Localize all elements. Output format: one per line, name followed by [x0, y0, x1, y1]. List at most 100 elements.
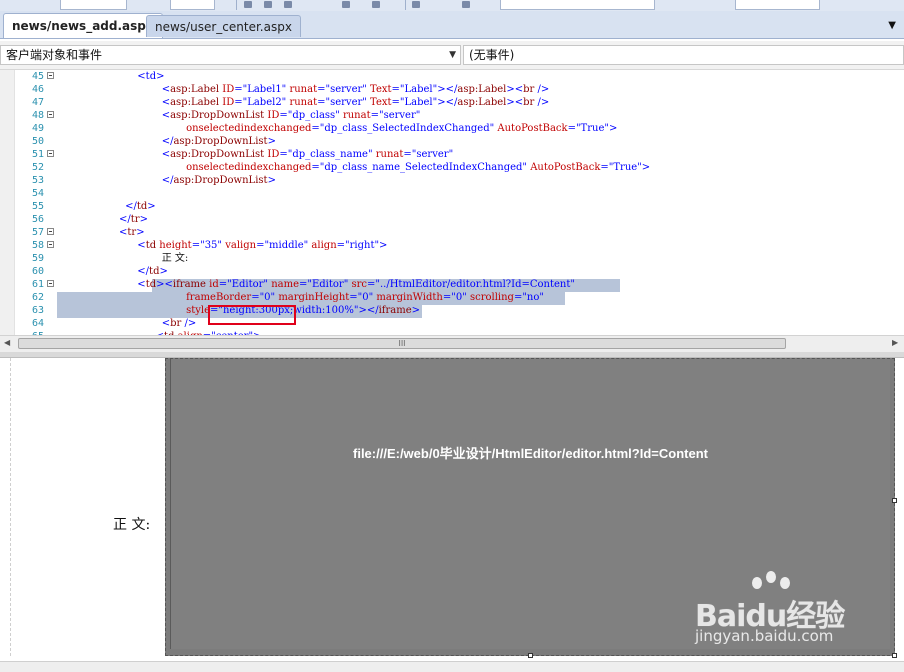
scroll-thumb[interactable]: III — [18, 338, 786, 349]
line-number: 53 — [31, 175, 44, 186]
code-text: onselectedindexchanged="dp_class_Selecte… — [186, 123, 618, 134]
code-line[interactable]: 53 </asp:DropDownList> — [0, 174, 904, 187]
annotation-highlight-box — [208, 305, 296, 325]
toolbar-dropdown-1[interactable] — [60, 0, 127, 10]
code-text: </asp:DropDownList> — [161, 136, 276, 147]
line-number: 63 — [31, 305, 44, 316]
iframe-url-text: file:///E:/web/0毕业设计/HtmlEditor/editor.h… — [353, 446, 708, 461]
tab-news-add[interactable]: news/news_add.aspx — [3, 13, 163, 38]
resize-handle-bottom[interactable] — [528, 653, 533, 658]
horizontal-scrollbar[interactable]: ◀ III ▶ — [0, 335, 904, 353]
line-number: 48 — [31, 110, 44, 121]
watermark-url: jingyan.baidu.com — [695, 627, 834, 645]
code-text: <asp:Label ID="Label2" runat="server" Te… — [161, 97, 550, 108]
code-line[interactable]: 64 <br /> — [0, 317, 904, 330]
code-line[interactable]: 55 </td> — [0, 200, 904, 213]
object-event-bar: 客户端对象和事件 ▼ (无事件) — [0, 41, 904, 70]
toolbar-button-icon[interactable] — [284, 1, 292, 8]
code-line[interactable]: 54 — [0, 187, 904, 200]
code-text: <asp:DropDownList ID="dp_class_name" run… — [161, 149, 454, 160]
toolbar-button-icon[interactable] — [462, 1, 470, 8]
line-number: 49 — [31, 123, 44, 134]
line-number: 54 — [31, 188, 44, 199]
code-text: onselectedindexchanged="dp_class_name_Se… — [186, 162, 651, 173]
line-number: 60 — [31, 266, 44, 277]
toolbar-button-icon[interactable] — [342, 1, 350, 8]
code-text: <td><iframe id="Editor" name="Editor" sr… — [137, 279, 575, 290]
code-text: 正 文: — [161, 253, 189, 264]
body-label: 正 文: — [113, 517, 151, 533]
event-label: (无事件) — [469, 48, 515, 62]
paw-icon — [752, 577, 762, 589]
collapse-icon[interactable] — [47, 150, 54, 157]
code-line[interactable]: 60 </td> — [0, 265, 904, 278]
resize-handle-corner[interactable] — [892, 653, 897, 658]
code-text: <tr> — [119, 227, 145, 238]
line-number: 58 — [31, 240, 44, 251]
code-line[interactable]: 51 <asp:DropDownList ID="dp_class_name" r… — [0, 148, 904, 161]
code-text: <br /> — [161, 318, 197, 329]
collapse-icon[interactable] — [47, 241, 54, 248]
code-line[interactable]: 45 <td> — [0, 70, 904, 83]
line-number: 56 — [31, 214, 44, 225]
collapse-icon[interactable] — [47, 228, 54, 235]
code-text: <td> — [137, 71, 165, 82]
toolbar-button-icon[interactable] — [412, 1, 420, 8]
code-text: </td> — [137, 266, 168, 277]
toolbar-button-icon[interactable] — [264, 1, 272, 8]
scroll-left-icon[interactable]: ◀ — [4, 338, 10, 347]
line-number: 50 — [31, 136, 44, 147]
tab-user-center[interactable]: news/user_center.aspx — [146, 15, 301, 37]
line-number: 51 — [31, 149, 44, 160]
code-line[interactable]: 52 onselectedindexchanged="dp_class_name_… — [0, 161, 904, 174]
code-line[interactable]: 62 frameBorder="0" marginHeight="0" margi… — [0, 291, 904, 304]
line-number: 61 — [31, 279, 44, 290]
line-number: 46 — [31, 84, 44, 95]
code-text: </asp:DropDownList> — [161, 175, 276, 186]
line-number: 47 — [31, 97, 44, 108]
baidu-watermark: Baidu经验 jingyan.baidu.com — [690, 571, 870, 655]
client-objects-combo[interactable]: 客户端对象和事件 ▼ — [0, 45, 461, 65]
code-text: <asp:DropDownList ID="dp_class" runat="s… — [161, 110, 421, 121]
code-editor[interactable]: 45 <td> 46 <asp:Label ID="Label1" runat="se… — [0, 70, 904, 335]
code-line[interactable]: 50 </asp:DropDownList> — [0, 135, 904, 148]
bottom-scrollbar[interactable] — [0, 661, 904, 672]
code-text: </tr> — [119, 214, 148, 225]
scroll-right-icon[interactable]: ▶ — [892, 338, 898, 347]
line-number: 62 — [31, 292, 44, 303]
code-line[interactable]: 61 <td><iframe id="Editor" name="Editor" … — [0, 278, 904, 291]
tab-list-dropdown-icon[interactable]: ▼ — [888, 20, 896, 31]
toolbar-dropdown-2[interactable] — [170, 0, 215, 10]
label-cell — [10, 358, 166, 656]
code-line[interactable]: 49 onselectedindexchanged="dp_class_Selec… — [0, 122, 904, 135]
toolbar-dropdown-4[interactable] — [735, 0, 820, 10]
line-number: 45 — [31, 71, 44, 82]
line-number: 52 — [31, 162, 44, 173]
code-line[interactable]: 47 <asp:Label ID="Label2" runat="server" … — [0, 96, 904, 109]
document-tab-bar: news/news_add.aspx news/user_center.aspx… — [0, 11, 904, 39]
code-line[interactable]: 48 <asp:DropDownList ID="dp_class" runat=… — [0, 109, 904, 122]
line-number: 59 — [31, 253, 44, 264]
resize-handle-right[interactable] — [892, 498, 897, 503]
event-combo[interactable]: (无事件) — [463, 45, 904, 65]
code-text: </td> — [125, 201, 156, 212]
code-line[interactable]: 57 <tr> — [0, 226, 904, 239]
code-line[interactable]: 46 <asp:Label ID="Label1" runat="server" … — [0, 83, 904, 96]
code-text: <td height="35" valign="middle" align="r… — [137, 240, 388, 251]
code-line[interactable]: 63 style="height:300px;width:100%"></ifra… — [0, 304, 904, 317]
code-line[interactable]: 58 <td height="35" valign="middle" align=… — [0, 239, 904, 252]
collapse-icon[interactable] — [47, 72, 54, 79]
line-number: 57 — [31, 227, 44, 238]
toolbar-button-icon[interactable] — [372, 1, 380, 8]
code-text: frameBorder="0" marginHeight="0" marginW… — [186, 292, 544, 303]
code-line[interactable]: 56 </tr> — [0, 213, 904, 226]
chevron-down-icon: ▼ — [449, 50, 456, 60]
toolbar-dropdown-3[interactable] — [500, 0, 655, 10]
code-line[interactable]: 59 正 文: — [0, 252, 904, 265]
collapse-icon[interactable] — [47, 280, 54, 287]
paw-icon — [780, 577, 790, 589]
line-number: 64 — [31, 318, 44, 329]
code-text: <asp:Label ID="Label1" runat="server" Te… — [161, 84, 550, 95]
collapse-icon[interactable] — [47, 111, 54, 118]
toolbar-button-icon[interactable] — [244, 1, 252, 8]
